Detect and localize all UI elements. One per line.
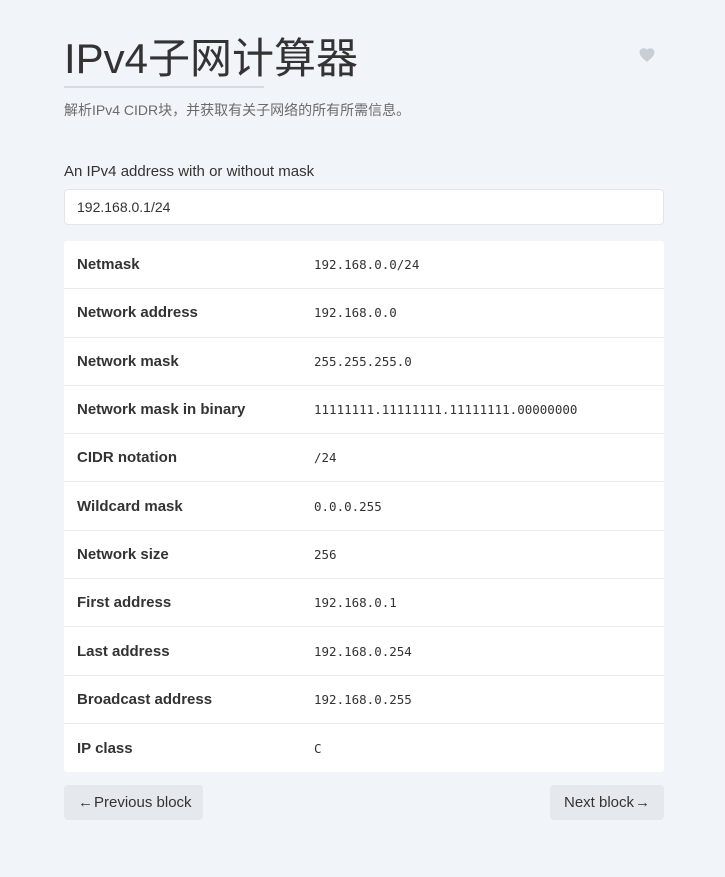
result-value: C (314, 740, 322, 756)
result-row-network-mask-binary: Network mask in binary 11111111.11111111… (64, 386, 664, 435)
result-value: 192.168.0.0 (314, 305, 397, 321)
results-table: Netmask 192.168.0.0/24 Network address 1… (64, 241, 664, 773)
result-value: 192.168.0.255 (314, 691, 412, 707)
result-value: 255.255.255.0 (314, 353, 412, 369)
result-row-last-address: Last address 192.168.0.254 (64, 627, 664, 676)
result-label: Network address (77, 304, 198, 322)
result-row-network-mask: Network mask 255.255.255.0 (64, 338, 664, 386)
result-label: First address (77, 594, 172, 612)
result-value: 192.168.0.1 (314, 595, 397, 611)
result-value: 256 (314, 546, 337, 562)
result-row-netmask: Netmask 192.168.0.0/24 (64, 241, 664, 290)
result-value: 11111111.11111111.11111111.00000000 (314, 402, 578, 418)
result-label: Netmask (77, 256, 140, 274)
ip-address-input[interactable] (64, 189, 664, 225)
page-subtitle: 解析IPv4 CIDR块，并获取有关子网络的所有所需信息。 (64, 102, 411, 118)
result-value: 192.168.0.254 (314, 643, 412, 659)
result-value: /24 (314, 450, 337, 466)
result-row-network-address: Network address 192.168.0.0 (64, 289, 664, 338)
result-row-network-size: Network size 256 (64, 531, 664, 580)
result-row-broadcast-address: Broadcast address 192.168.0.255 (64, 676, 664, 724)
next-block-button[interactable]: Next block → (550, 785, 664, 820)
previous-block-button[interactable]: ← Previous block (64, 785, 203, 820)
result-row-ip-class: IP class C (64, 724, 664, 772)
result-label: Last address (77, 642, 170, 660)
result-label: CIDR notation (77, 449, 177, 467)
result-label: IP class (77, 739, 133, 757)
ip-input-label: An IPv4 address with or without mask (64, 163, 315, 180)
result-row-wildcard-mask: Wildcard mask 0.0.0.255 (64, 482, 664, 531)
result-value: 192.168.0.0/24 (314, 257, 420, 273)
result-row-first-address: First address 192.168.0.1 (64, 579, 664, 628)
result-label: Network mask in binary (77, 401, 246, 419)
heart-icon[interactable] (638, 46, 656, 64)
result-value: 0.0.0.255 (314, 498, 382, 514)
result-label: Wildcard mask (77, 497, 183, 515)
result-label: Broadcast address (77, 690, 213, 708)
next-block-label: Next block (564, 794, 635, 811)
arrow-left-icon: ← (78, 794, 93, 811)
previous-block-label: Previous block (94, 794, 192, 811)
title-underline (64, 86, 264, 88)
arrow-right-icon: → (635, 794, 651, 811)
page-title: IPv4子网计算器 (64, 35, 359, 82)
result-label: Network size (77, 545, 169, 563)
result-row-cidr-notation: CIDR notation /24 (64, 434, 664, 483)
result-label: Network mask (77, 352, 179, 370)
